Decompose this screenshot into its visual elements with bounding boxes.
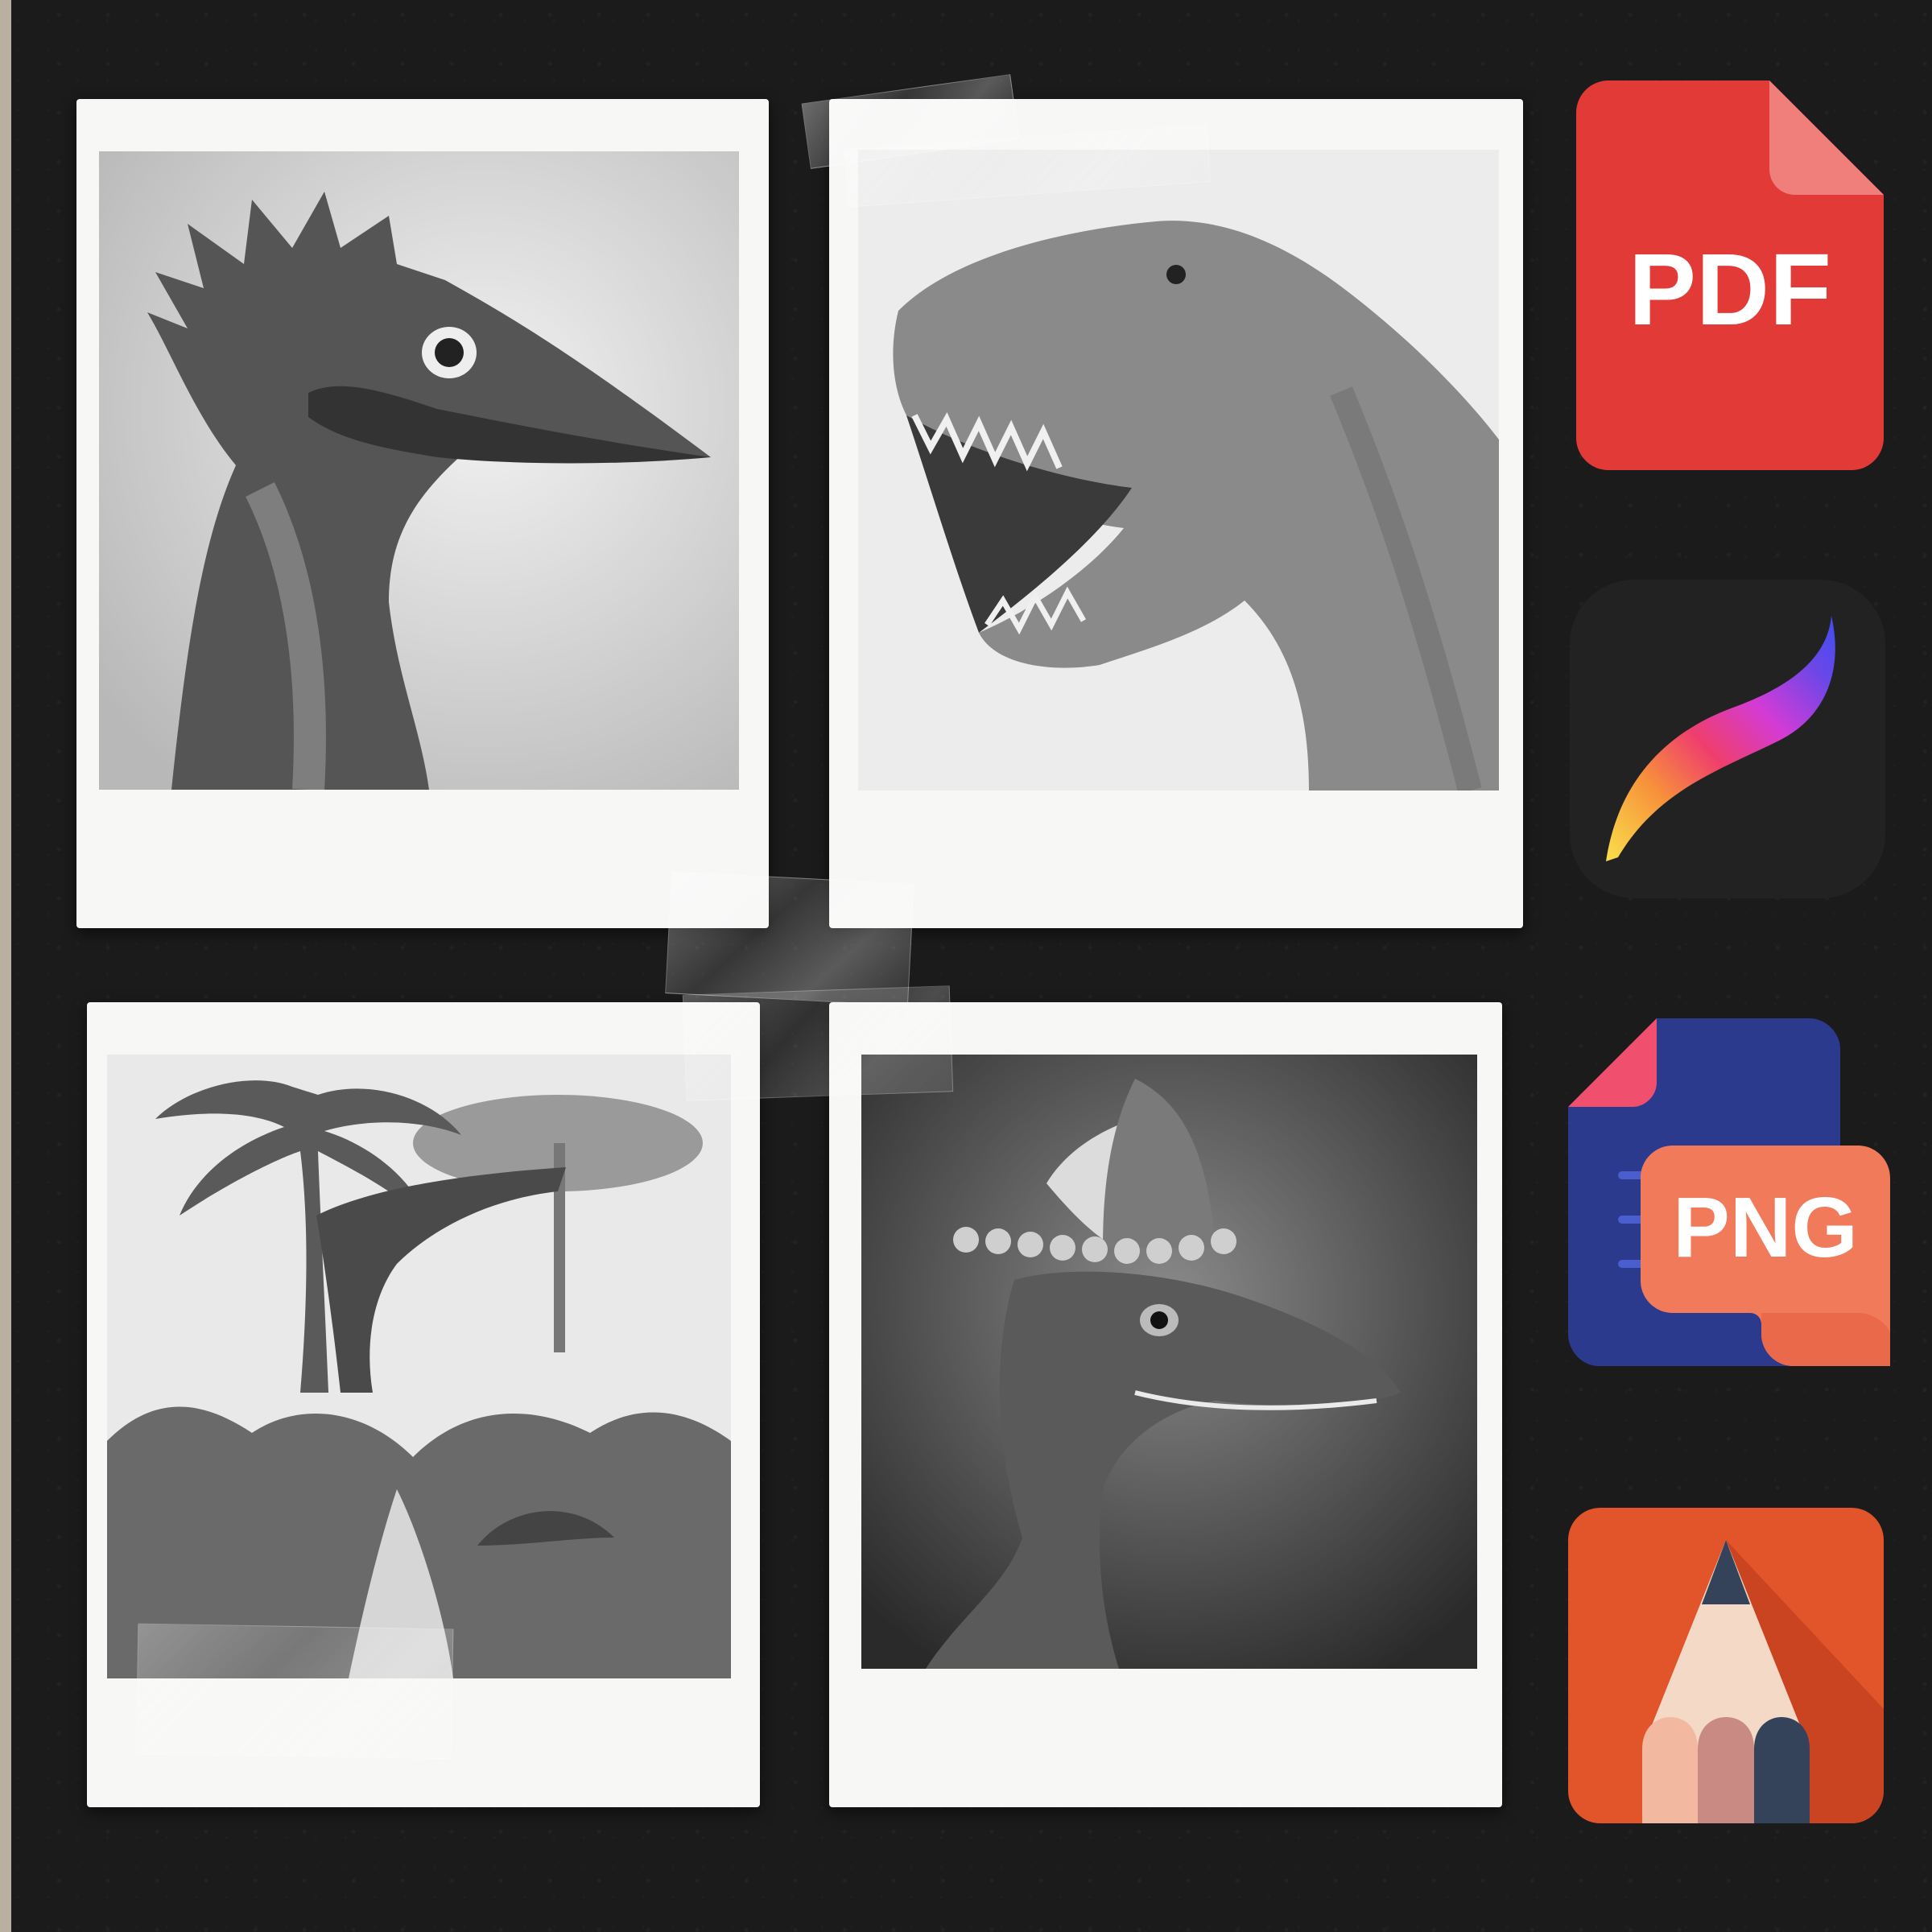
polaroid-trex — [829, 99, 1523, 928]
photo-trex-roaring — [858, 150, 1499, 791]
png-file-icon[interactable]: PNG — [1568, 1018, 1890, 1366]
procreate-app-icon[interactable] — [1570, 580, 1885, 898]
tape-center-lower — [682, 985, 954, 1101]
polaroid-raptor — [76, 99, 769, 928]
photo-jungle-scene — [107, 1055, 731, 1678]
png-label: PNG — [1673, 1180, 1858, 1275]
pdf-file-icon[interactable]: PDF — [1576, 80, 1884, 470]
pdf-label: PDF — [1629, 233, 1831, 346]
photo-crested-dinosaur — [861, 1055, 1477, 1669]
polaroid-crested-dino — [829, 1002, 1502, 1807]
sketchbook-app-icon[interactable] — [1568, 1508, 1884, 1823]
photo-raptor-head — [99, 151, 739, 790]
tape-bottom-left — [135, 1623, 454, 1760]
tape-center-cross — [665, 871, 914, 1006]
left-edge-strip — [0, 0, 11, 1932]
